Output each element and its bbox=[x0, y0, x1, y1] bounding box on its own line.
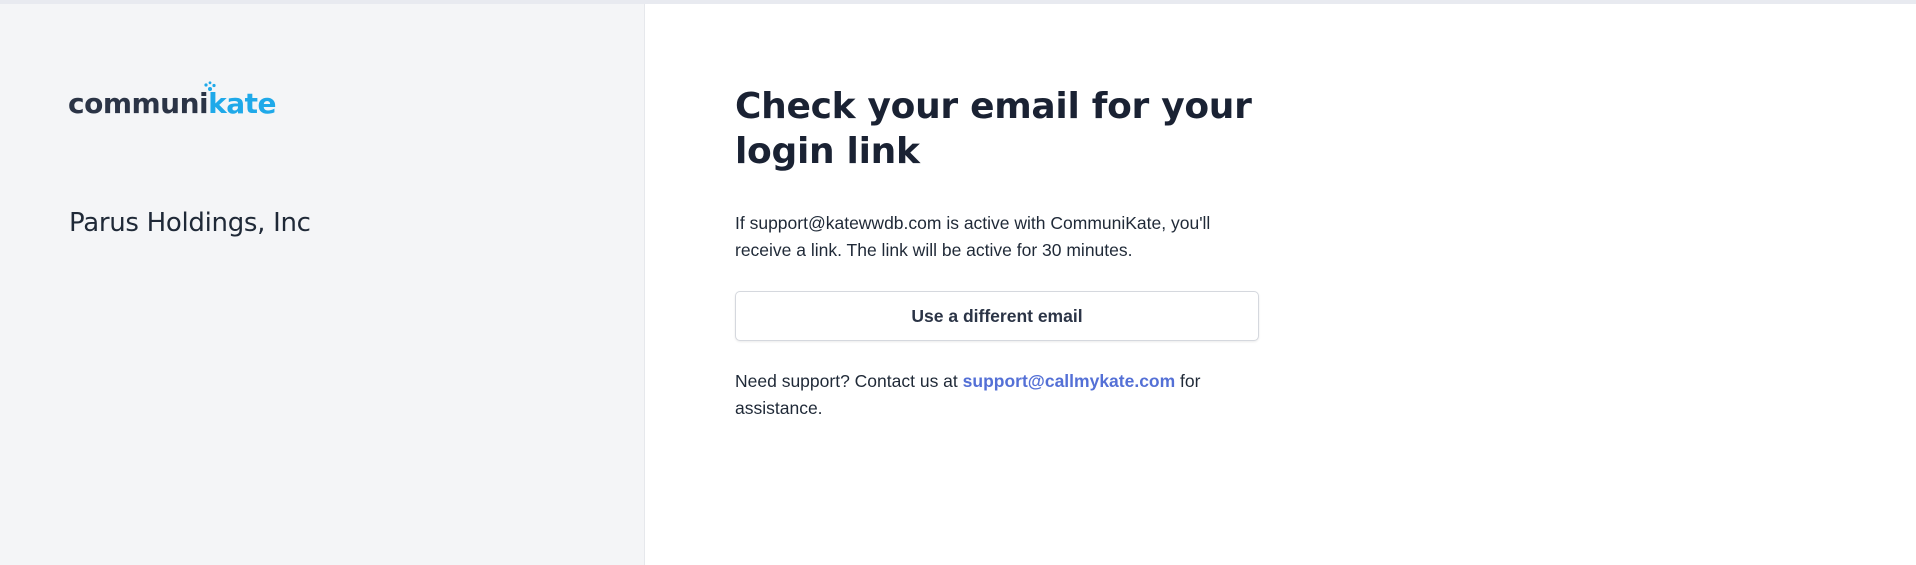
login-link-panel: Check your email for your login link If … bbox=[735, 84, 1259, 422]
sparkle-icon bbox=[204, 81, 216, 91]
support-prefix: Need support? Contact us at bbox=[735, 371, 963, 391]
support-email-link[interactable]: support@callmykate.com bbox=[963, 371, 1176, 391]
logo-text-part1: communi bbox=[68, 87, 209, 120]
organization-name: Parus Holdings, Inc bbox=[69, 208, 311, 238]
logo-text-part2: kate bbox=[204, 81, 277, 120]
support-text: Need support? Contact us at support@call… bbox=[735, 368, 1259, 422]
communikate-logo[interactable]: communi kate bbox=[68, 80, 277, 120]
logo-text-accent: kate bbox=[208, 87, 277, 120]
left-panel: communi kate Parus Holdings, Inc bbox=[0, 4, 645, 565]
page-title: Check your email for your login link bbox=[735, 86, 1252, 172]
info-message: If support@katewwdb.com is active with C… bbox=[735, 213, 1211, 260]
use-different-email-button[interactable]: Use a different email bbox=[735, 291, 1259, 341]
